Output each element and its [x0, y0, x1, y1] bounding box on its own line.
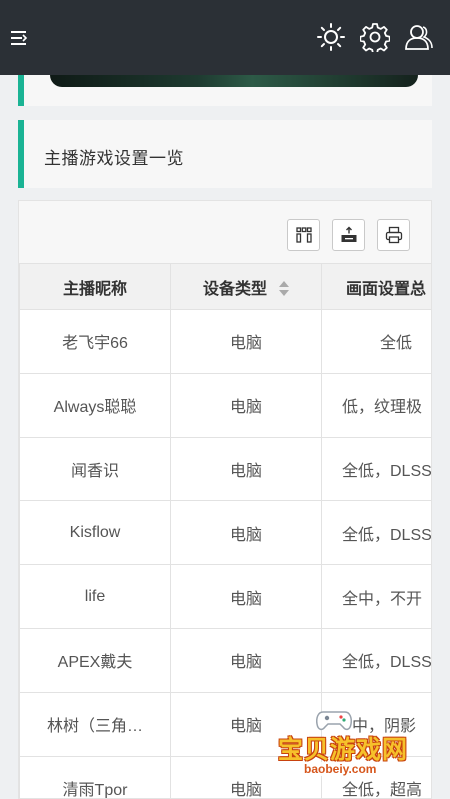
cell-device: 电脑 [170, 691, 322, 757]
cell-device: 电脑 [170, 627, 322, 693]
section-title: 主播游戏设置一览 [44, 149, 184, 168]
column-header-streamer[interactable]: 主播昵称 [19, 263, 171, 310]
sort-icon[interactable] [279, 281, 289, 297]
table-row: life 电脑 全中，不开 [19, 564, 431, 629]
cell-settings: 全低，超高 [321, 755, 431, 798]
cell-streamer: Kisflow [19, 500, 171, 566]
table-row: Kisflow 电脑 全低，DLSS [19, 500, 431, 566]
export-icon[interactable] [332, 219, 365, 251]
top-navbar [0, 0, 450, 75]
cell-streamer: 林树（三角… [19, 691, 171, 757]
cell-settings: 低，纹理极 [321, 372, 431, 438]
cell-device: 电脑 [170, 436, 322, 502]
cell-streamer: APEX戴夫 [19, 627, 171, 693]
banner-image [50, 75, 418, 87]
cell-device: 电脑 [170, 500, 322, 566]
table-row: 闻香识 电脑 全低，DLSS [19, 436, 431, 502]
cell-streamer: 清雨Tpor [19, 755, 171, 798]
brightness-icon[interactable] [316, 22, 346, 52]
table-row: 清雨Tpor 电脑 全低，超高 [19, 755, 431, 798]
table-card: 主播昵称 设备类型 画面设置总 老飞宇66 电脑 全低 Always聪聪 电脑 … [18, 200, 432, 799]
cell-streamer: Always聪聪 [19, 372, 171, 438]
settings-gear-icon[interactable] [359, 22, 391, 55]
columns-grid-icon[interactable] [287, 219, 320, 251]
cell-device: 电脑 [170, 755, 322, 798]
cell-settings: 全中，不开 [321, 564, 431, 629]
cell-settings: 全低，DLSS [321, 627, 431, 693]
cell-streamer: 老飞宇66 [19, 309, 171, 374]
user-profile-icon[interactable] [404, 22, 434, 52]
cell-settings: 全低 [321, 309, 431, 374]
section-header: 主播游戏设置一览 [18, 120, 432, 188]
banner-card [18, 75, 432, 106]
table-row: Always聪聪 电脑 低，纹理极 [19, 372, 431, 438]
table-header-row: 主播昵称 设备类型 画面设置总 [19, 263, 431, 310]
column-header-device[interactable]: 设备类型 [170, 263, 322, 310]
cell-streamer: 闻香识 [19, 436, 171, 502]
cell-device: 电脑 [170, 372, 322, 438]
cell-device: 电脑 [170, 309, 322, 374]
cell-settings: 全低，DLSS [321, 500, 431, 566]
settings-table: 主播昵称 设备类型 画面设置总 老飞宇66 电脑 全低 Always聪聪 电脑 … [19, 263, 431, 798]
table-row: 老飞宇66 电脑 全低 [19, 309, 431, 374]
cell-device: 电脑 [170, 564, 322, 629]
column-header-settings[interactable]: 画面设置总 [321, 263, 431, 310]
print-icon[interactable] [377, 219, 410, 251]
menu-icon[interactable] [8, 26, 32, 50]
cell-streamer: life [19, 564, 171, 629]
cell-settings: 中，阴影 [321, 691, 431, 757]
cell-settings: 全低，DLSS [321, 436, 431, 502]
table-row: APEX戴夫 电脑 全低，DLSS [19, 627, 431, 693]
table-row: 林树（三角… 电脑 中，阴影 [19, 691, 431, 757]
